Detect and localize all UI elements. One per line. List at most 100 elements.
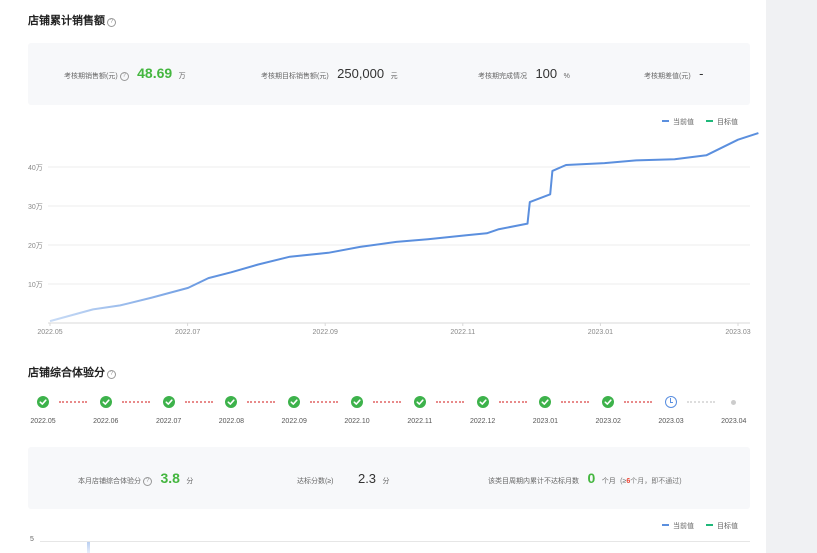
section-title-experience: 店铺综合体验分? <box>28 364 116 380</box>
series-line-current <box>49 132 759 323</box>
timeline-connector <box>687 401 715 405</box>
timeline-month-label: 2022.09 <box>281 418 307 425</box>
timeline-month-label: 2022.11 <box>407 418 433 425</box>
pass-score-unit: 分 <box>382 478 390 485</box>
timeline-month-label: 2023.02 <box>595 418 621 425</box>
timeline-connector <box>561 401 590 405</box>
pending-dot-icon <box>731 399 737 405</box>
gap-value: - <box>699 66 704 81</box>
legend-current-label: 当前值 <box>673 119 694 126</box>
section-title-sales: 店铺累计销售额? <box>28 12 116 28</box>
legend-target[interactable]: 目标值 <box>705 119 738 126</box>
timeline-month-label: 2022.12 <box>469 418 496 425</box>
check-icon <box>351 396 363 408</box>
timeline-connector <box>624 401 653 405</box>
experience-score-label: 本月店铺综合体验分 <box>78 478 141 485</box>
x-tick-label: 2022.11 <box>450 329 475 336</box>
legend-current-swatch <box>662 120 669 122</box>
timeline-month-label: 2022.08 <box>218 418 245 425</box>
fail-months-unit: 个月 <box>601 478 616 485</box>
experience-score-stat: 本月店铺综合体验分? 3.8 分 <box>78 470 193 488</box>
legend-target-swatch <box>705 524 713 526</box>
fail-months-note: (≥6个月，即不通过) <box>620 478 681 485</box>
note-suffix: 个月，即不通过) <box>630 478 682 485</box>
x-tick-label: 2022.05 <box>37 329 62 336</box>
help-icon[interactable]: ? <box>143 477 152 486</box>
timeline-connector <box>373 401 401 405</box>
page-background-strip <box>766 0 817 553</box>
gap-stat: 考核期差值(元) - <box>644 65 705 83</box>
help-icon[interactable]: ? <box>119 72 129 81</box>
timeline-month-label: 2022.07 <box>155 418 182 425</box>
help-icon[interactable]: ? <box>107 18 116 27</box>
completion-unit: % <box>563 73 570 80</box>
target-sales-value: 250,000 <box>337 66 385 81</box>
main-panel: 店铺累计销售额? 考核期销售额(元)? 48.69 万 考核期目标销售额(元) … <box>0 0 766 553</box>
fail-months-stat: 该类目周期内累计不达标月数 0 个月 (≥6个月，即不通过) <box>488 470 682 488</box>
legend-current-swatch <box>662 524 669 526</box>
experience-chart-legend: 当前值 目标值 <box>652 521 738 531</box>
pass-score-label: 达标分数(≥) <box>297 478 334 485</box>
timeline-connector <box>247 401 276 405</box>
legend-target-swatch <box>705 120 713 122</box>
experience-score-value: 3.8 <box>160 470 180 486</box>
target-sales-unit: 元 <box>390 73 398 80</box>
check-icon <box>413 396 426 408</box>
target-sales-label: 考核期目标销售额(元) <box>261 73 329 80</box>
timeline-month-label: 2022.06 <box>93 418 119 425</box>
legend-target-label: 目标值 <box>716 523 738 530</box>
target-sales-stat: 考核期目标销售额(元) 250,000 元 <box>261 65 398 83</box>
legend-current[interactable]: 当前值 <box>662 119 694 126</box>
pass-score-value: 2.3 <box>357 471 377 486</box>
check-icon <box>99 396 112 408</box>
help-icon[interactable]: ? <box>107 370 116 379</box>
sales-title-text: 店铺累计销售额 <box>28 15 105 27</box>
timeline-month-label: 2023.01 <box>532 418 559 425</box>
x-tick-label: 2022.07 <box>175 329 200 336</box>
fail-months-label: 该类目周期内累计不达标月数 <box>488 478 579 485</box>
x-tick-label: 2022.09 <box>313 329 338 336</box>
timeline-connector <box>121 401 150 405</box>
timeline-connector <box>498 401 527 405</box>
completion-stat: 考核期完成情况 100 % <box>478 65 570 83</box>
y-tick-label: 30万 <box>28 203 43 211</box>
legend-current-label: 当前值 <box>673 523 694 530</box>
timeline-month-label: 2023.03 <box>658 418 684 425</box>
timeline-month-label: 2023.04 <box>721 418 747 425</box>
sales-stats-box: 考核期销售额(元)? 48.69 万 考核期目标销售额(元) 250,000 元… <box>28 43 750 105</box>
timeline-connector <box>435 401 464 405</box>
current-sales-label: 考核期销售额(元) <box>64 73 118 80</box>
timeline-month-label: 2022.05 <box>30 418 56 425</box>
current-sales-stat: 考核期销售额(元)? 48.69 万 <box>64 65 186 83</box>
timeline-month-label: 2022.10 <box>344 418 370 425</box>
timeline-connector <box>310 401 339 405</box>
experience-stats-box: 本月店铺综合体验分? 3.8 分 达标分数(≥) 2.3 分 该类目周期内累计不… <box>28 447 750 509</box>
y-tick-label: 40万 <box>28 164 43 172</box>
gap-label: 考核期差值(元) <box>644 73 691 80</box>
experience-line-fragment <box>87 542 90 553</box>
sales-chart-legend: 当前值 目标值 <box>652 117 738 127</box>
legend-current[interactable]: 当前值 <box>662 523 694 530</box>
experience-y-tick: 5 <box>30 536 34 543</box>
current-sales-unit: 万 <box>178 73 186 80</box>
y-tick-label: 20万 <box>28 242 43 250</box>
timeline-connector <box>59 401 87 405</box>
y-tick-label: 10万 <box>28 281 43 289</box>
current-sales-value: 48.69 <box>137 65 173 81</box>
completion-label: 考核期完成情况 <box>478 73 527 80</box>
clock-icon <box>665 396 677 408</box>
check-icon <box>288 396 301 408</box>
timeline-connector <box>184 401 213 405</box>
check-icon <box>476 396 489 408</box>
experience-title-text: 店铺综合体验分 <box>28 367 105 379</box>
legend-target-label: 目标值 <box>716 119 738 126</box>
pass-score-stat: 达标分数(≥) 2.3 分 <box>297 470 390 488</box>
completion-value: 100 <box>535 66 558 81</box>
fail-months-value: 0 <box>587 470 596 486</box>
x-tick-label: 2023.01 <box>588 329 613 336</box>
check-icon <box>162 396 175 408</box>
experience-gridline <box>40 541 750 542</box>
check-icon <box>225 396 238 408</box>
check-icon <box>37 396 49 408</box>
legend-target[interactable]: 目标值 <box>705 523 738 530</box>
